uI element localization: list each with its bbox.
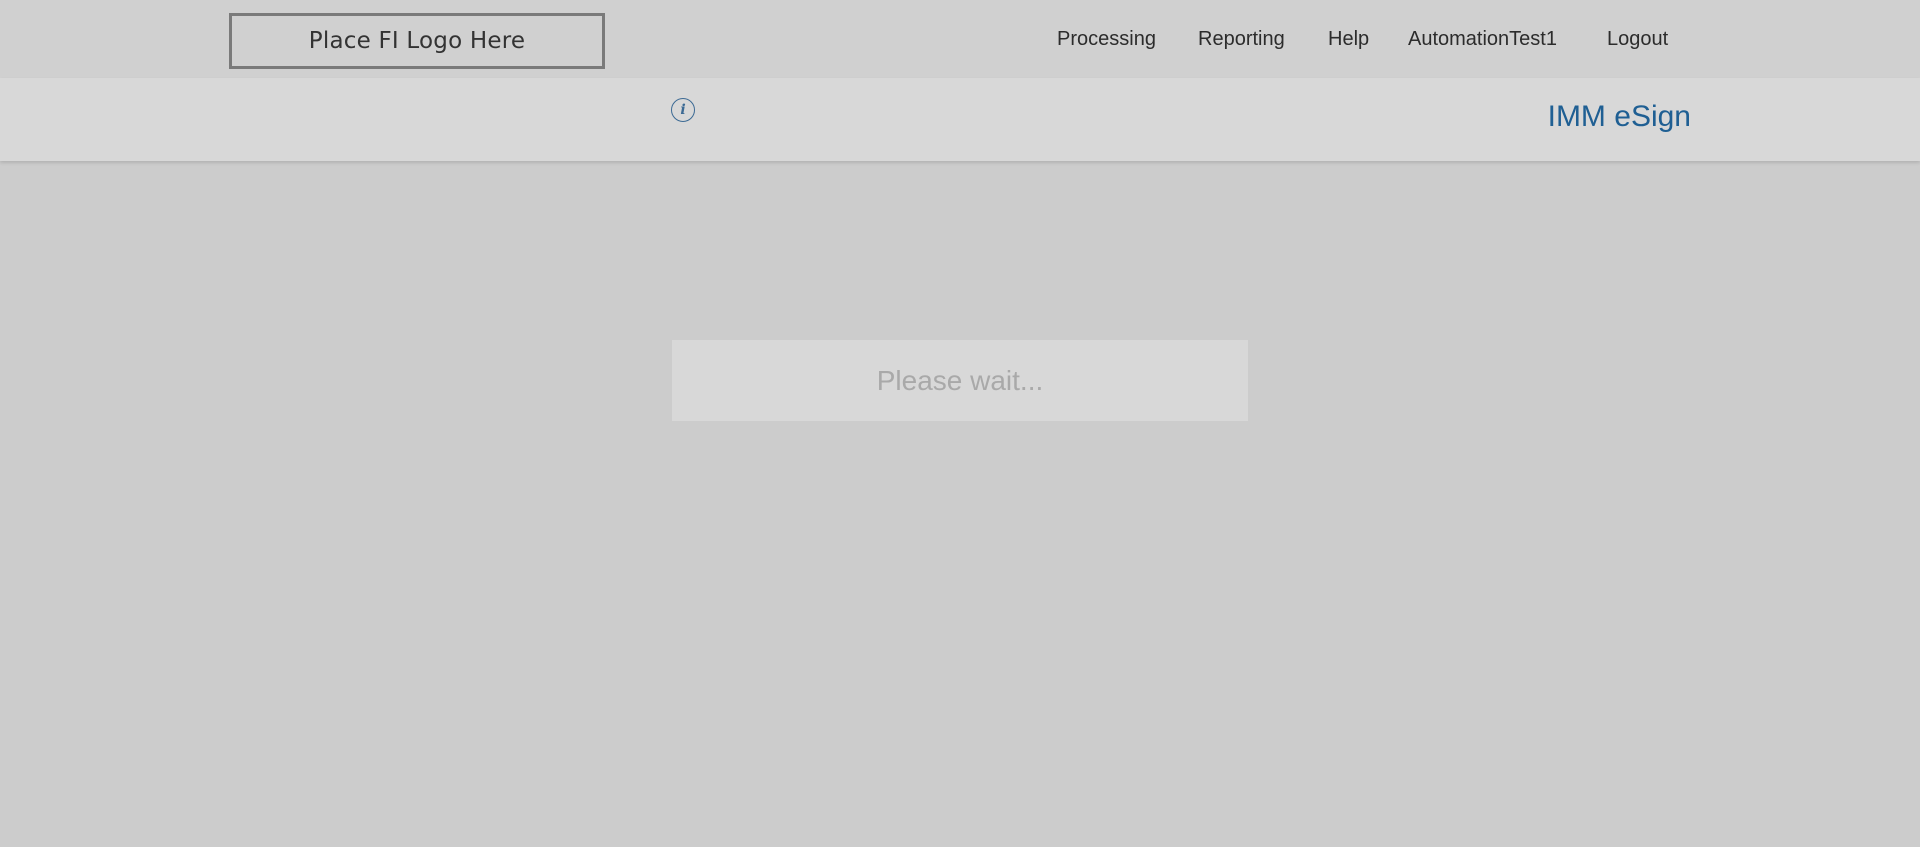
loading-overlay-box: Please wait... — [672, 340, 1248, 421]
nav-user-account[interactable]: AutomationTest1 — [1408, 28, 1557, 51]
top-navigation-bar: Place FI Logo Here Processing Reporting … — [0, 0, 1920, 78]
app-title: IMM eSign — [1547, 100, 1691, 133]
sub-header-bar: i IMM eSign — [0, 78, 1920, 161]
nav-reporting[interactable]: Reporting — [1198, 28, 1285, 51]
loading-text: Please wait... — [876, 364, 1044, 396]
nav-logout[interactable]: Logout — [1607, 28, 1668, 51]
nav-help[interactable]: Help — [1328, 28, 1369, 51]
info-icon[interactable]: i — [671, 98, 695, 122]
nav-processing[interactable]: Processing — [1057, 28, 1156, 51]
main-nav: Processing Reporting Help AutomationTest… — [0, 28, 1920, 56]
